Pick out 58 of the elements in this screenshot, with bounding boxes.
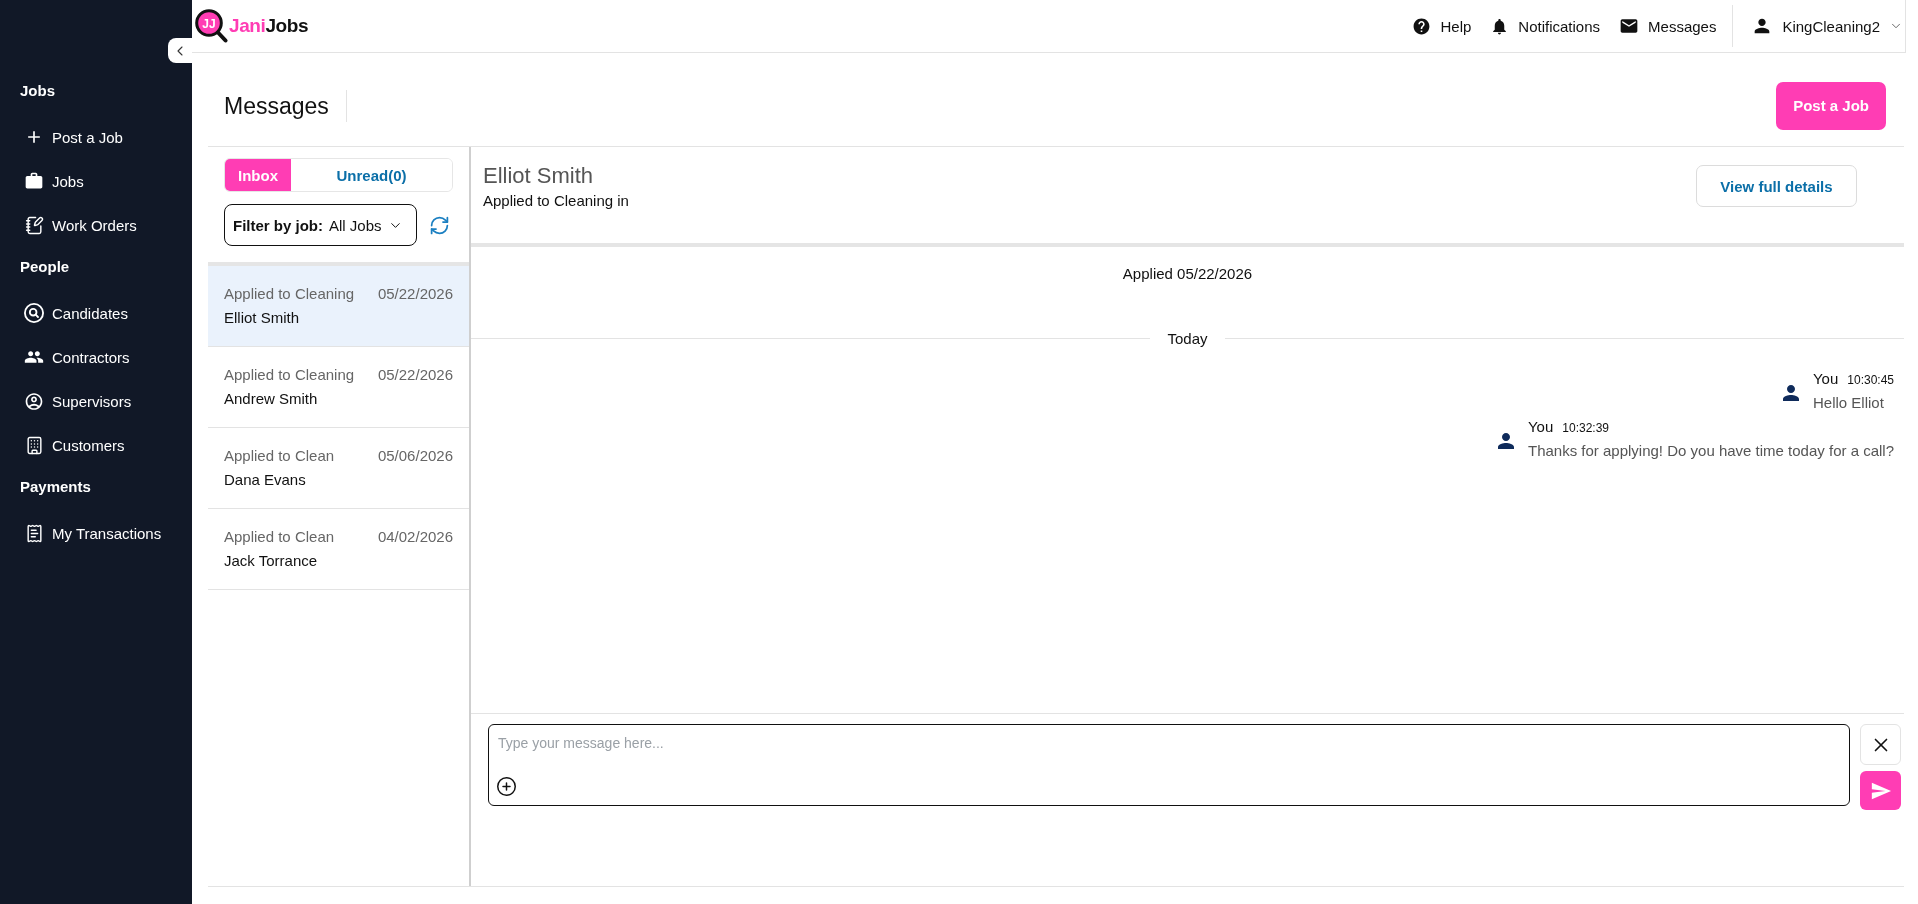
mail-icon — [1619, 16, 1640, 36]
application-event: Applied 05/22/2026 — [1122, 264, 1253, 284]
sidebar-item[interactable]: Jobs — [0, 159, 192, 203]
message-text: Thanks for applying! Do you have time today for a call? — [1527, 441, 1894, 461]
contact-name: Andrew Smith — [224, 389, 318, 409]
page-title: Messages — [224, 91, 329, 121]
sidebar-item[interactable]: Contractors — [0, 335, 192, 379]
sidebar-item[interactable]: Post a Job — [0, 115, 192, 159]
building-icon — [24, 435, 44, 455]
message-input[interactable]: Type your message here... — [488, 724, 1850, 806]
message-time: 10:30:45 — [1847, 372, 1894, 389]
help-link[interactable]: Help — [1412, 16, 1472, 36]
close-button[interactable] — [1860, 724, 1901, 765]
conversation-date: 05/06/2026 — [377, 446, 453, 466]
chat-contact-name: Elliot Smith — [483, 162, 594, 190]
logo-mark: JJ — [195, 9, 228, 43]
contact-name: Elliot Smith — [224, 308, 300, 328]
messages-link[interactable]: Messages — [1619, 16, 1717, 36]
day-divider-label: Today — [1167, 329, 1208, 347]
notepad-icon — [24, 215, 44, 235]
job-title: Applied to Cleaning — [224, 365, 355, 385]
job-title: Applied to Clean — [224, 527, 335, 547]
notifications-link[interactable]: Notifications — [1490, 16, 1601, 36]
briefcase-icon — [24, 170, 44, 192]
sidebar-section-title: People — [19, 257, 70, 277]
conversation-date: 05/22/2026 — [377, 284, 453, 304]
sidebar-item[interactable]: My Transactions — [0, 511, 192, 555]
chat-subtitle: Applied to Cleaning in — [483, 191, 629, 211]
send-button[interactable] — [1860, 771, 1901, 810]
message-time: 10:32:39 — [1562, 420, 1609, 437]
receipt-icon — [24, 523, 44, 543]
search-circle-icon — [24, 303, 44, 323]
contact-name: Dana Evans — [224, 470, 306, 490]
collapse-sidebar-button[interactable] — [168, 38, 192, 63]
sidebar-item[interactable]: Candidates — [0, 291, 192, 335]
sidebar-item[interactable]: Work Orders — [0, 203, 192, 247]
job-title: Applied to Clean — [224, 446, 335, 466]
message-sender: You — [1527, 417, 1554, 437]
sidebar-item[interactable]: Customers — [0, 423, 192, 467]
attach-button[interactable] — [496, 776, 517, 797]
plus-circle-icon — [496, 776, 517, 797]
sidebar-section-title: Payments — [19, 477, 91, 497]
message-text: Hello Elliot — [1812, 393, 1884, 413]
job-title: Applied to Cleaning — [224, 284, 355, 304]
help-icon — [1412, 16, 1432, 36]
conversation-item[interactable]: Applied to Cleaning 05/22/2026 Elliot Smith — [208, 266, 469, 347]
message-sender: You — [1812, 369, 1839, 389]
conversation-date: 05/22/2026 — [377, 365, 453, 385]
refresh-icon — [429, 214, 450, 236]
refresh-button[interactable] — [429, 214, 450, 236]
conversation-date: 04/02/2026 — [377, 527, 453, 547]
user-menu-button[interactable]: KingCleaning2 — [1751, 15, 1903, 37]
sidebar-section-title: Jobs — [19, 81, 55, 101]
job-filter-dropdown[interactable]: Filter by job: All Jobs — [224, 204, 417, 246]
view-details-button[interactable]: View full details — [1696, 165, 1857, 207]
sidebar-item[interactable]: Supervisors — [0, 379, 192, 423]
brand-name: JaniJobs — [229, 15, 309, 37]
contact-name: Jack Torrance — [224, 551, 318, 571]
